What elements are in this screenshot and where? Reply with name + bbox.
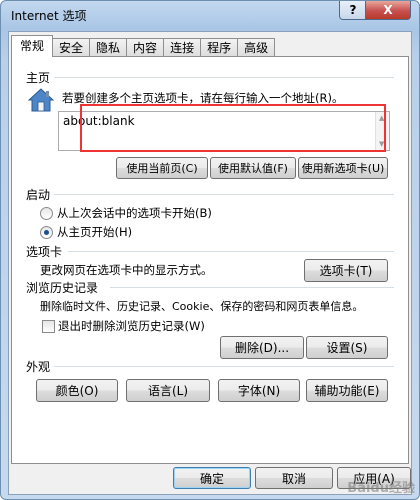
tabs-divider (68, 251, 394, 252)
tab-connections[interactable]: 连接 (163, 38, 202, 57)
startup-section-label: 启动 (26, 188, 51, 202)
accessibility-button[interactable]: 辅助功能(E) (306, 379, 388, 402)
tab-advanced[interactable]: 高级 (237, 38, 276, 57)
use-current-button[interactable]: 使用当前页(C) (116, 157, 208, 179)
delete-history-button[interactable]: 删除(D)... (220, 336, 304, 359)
history-description: 删除临时文件、历史记录、Cookie、保存的密码和网页表单信息。 (40, 300, 364, 313)
highlight-box (80, 104, 386, 152)
tab-content[interactable]: 内容 (126, 38, 165, 57)
history-section-label: 浏览历史记录 (26, 281, 99, 295)
delete-on-exit-checkbox[interactable] (42, 320, 55, 333)
radio-home-page-label[interactable]: 从主页开始(H) (57, 224, 132, 240)
window-title: Internet 选项 (11, 9, 87, 23)
tab-strip: 常规 安全 隐私 内容 连接 程序 高级 (11, 35, 276, 57)
tabs-section-label: 选项卡 (26, 245, 63, 259)
startup-divider (54, 194, 394, 195)
languages-button[interactable]: 语言(L) (126, 379, 210, 402)
cancel-button[interactable]: 取消 (255, 467, 333, 489)
tab-general[interactable]: 常规 (11, 35, 54, 57)
fonts-button[interactable]: 字体(N) (218, 379, 300, 402)
home-icon (28, 88, 54, 112)
tabs-description: 更改网页在选项卡中的显示方式。 (40, 263, 213, 277)
close-button[interactable]: X (365, 1, 411, 20)
radio-last-session[interactable] (40, 207, 53, 220)
history-settings-button[interactable]: 设置(S) (306, 336, 388, 359)
tab-programs[interactable]: 程序 (200, 38, 239, 57)
watermark-text: Baidu经验 (347, 481, 415, 496)
delete-on-exit-label[interactable]: 退出时删除浏览历史记录(W) (58, 318, 205, 334)
tab-privacy[interactable]: 隐私 (89, 38, 128, 57)
title-bar[interactable]: Internet 选项 ? X (1, 1, 419, 29)
colors-button[interactable]: 颜色(O) (36, 379, 118, 402)
use-default-button[interactable]: 使用默认值(F) (210, 157, 296, 179)
tab-security[interactable]: 安全 (52, 38, 91, 57)
home-divider (54, 77, 394, 78)
internet-options-window: Internet 选项 ? X 常规 安全 隐私 内容 连接 程序 高级 主页 … (0, 0, 420, 500)
ok-button[interactable]: 确定 (173, 467, 251, 489)
tabs-settings-button[interactable]: 选项卡(T) (304, 259, 388, 282)
help-button[interactable]: ? (339, 1, 367, 20)
radio-last-session-label[interactable]: 从上次会话中的选项卡开始(B) (57, 205, 212, 221)
appearance-section-label: 外观 (26, 360, 51, 374)
radio-home-page[interactable] (40, 226, 53, 239)
use-new-tab-button[interactable]: 使用新选项卡(U) (298, 157, 388, 179)
dialog-body: 常规 安全 隐私 内容 连接 程序 高级 主页 若要创建多个主页选项卡，请在每行… (8, 31, 412, 495)
appearance-divider (54, 366, 394, 367)
history-divider (110, 287, 394, 288)
home-section-label: 主页 (26, 71, 51, 85)
